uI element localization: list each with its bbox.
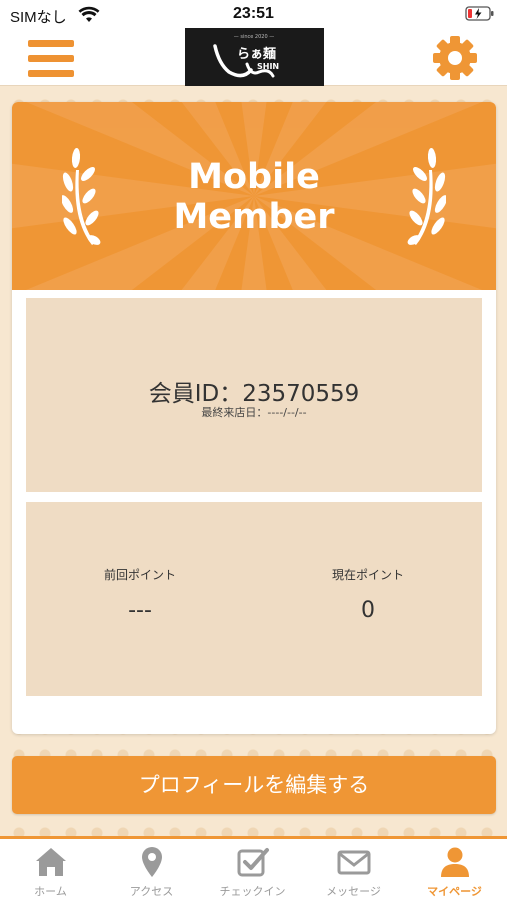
tab-message[interactable]: メッセージ	[303, 839, 404, 900]
tab-label: マイページ	[427, 885, 482, 898]
menu-button[interactable]	[28, 39, 76, 79]
previous-points-label: 前回ポイント	[103, 568, 176, 582]
current-points-value: 0	[361, 598, 375, 623]
checkbox-icon	[237, 848, 269, 877]
tab-bar: ホーム アクセス チェックイン メッセージ マイページ	[0, 836, 507, 900]
edit-profile-button[interactable]: プロフィールを編集する	[12, 756, 496, 814]
banner-title: Mobile Member	[12, 157, 496, 237]
banner-title-line1: Mobile	[188, 157, 320, 197]
gear-icon	[433, 36, 477, 80]
tab-label: メッセージ	[326, 885, 381, 898]
battery-charging-icon	[465, 6, 494, 21]
tab-checkin[interactable]: チェックイン	[202, 839, 303, 900]
envelope-icon	[337, 850, 371, 875]
tab-access[interactable]: アクセス	[101, 839, 202, 900]
menu-bar	[28, 55, 74, 62]
tab-label: ホーム	[34, 885, 67, 898]
status-time: 23:51	[233, 5, 274, 22]
member-id: 会員ID：23570559	[148, 381, 360, 407]
points-panel: 前回ポイント --- 現在ポイント 0	[26, 502, 482, 696]
menu-bar	[28, 40, 74, 47]
member-id-panel: 会員ID：23570559 最終来店日：----/--/--	[26, 298, 482, 492]
banner-title-line2: Member	[173, 197, 335, 237]
tab-label: アクセス	[129, 885, 174, 898]
tab-label: チェックイン	[219, 885, 286, 898]
status-bar: SIMなし 23:51	[0, 0, 507, 30]
member-card: Mobile Member 会員ID：23570559 最終来店日：----/-…	[12, 102, 496, 734]
last-visit-date: 最終来店日：----/--/--	[201, 406, 307, 419]
settings-button[interactable]	[432, 35, 478, 81]
svg-text:SHIN: SHIN	[257, 62, 279, 71]
shop-logo-graphic: — since 2020 — らぁ麺 SHIN	[213, 34, 279, 78]
tab-mypage[interactable]: マイページ	[404, 839, 505, 900]
app-header: — since 2020 — らぁ麺 SHIN	[0, 28, 507, 88]
tab-home[interactable]: ホーム	[0, 839, 101, 900]
previous-points-value: ---	[128, 598, 152, 623]
home-icon	[36, 848, 66, 876]
shop-logo: — since 2020 — らぁ麺 SHIN	[185, 28, 324, 88]
user-icon	[441, 847, 469, 877]
current-points-label: 現在ポイント	[331, 568, 404, 582]
member-banner: Mobile Member	[12, 102, 496, 290]
menu-bar	[28, 70, 74, 77]
map-pin-icon	[142, 847, 162, 877]
svg-text:らぁ麺: らぁ麺	[237, 46, 276, 62]
svg-text:— since 2020 —: — since 2020 —	[234, 34, 274, 40]
